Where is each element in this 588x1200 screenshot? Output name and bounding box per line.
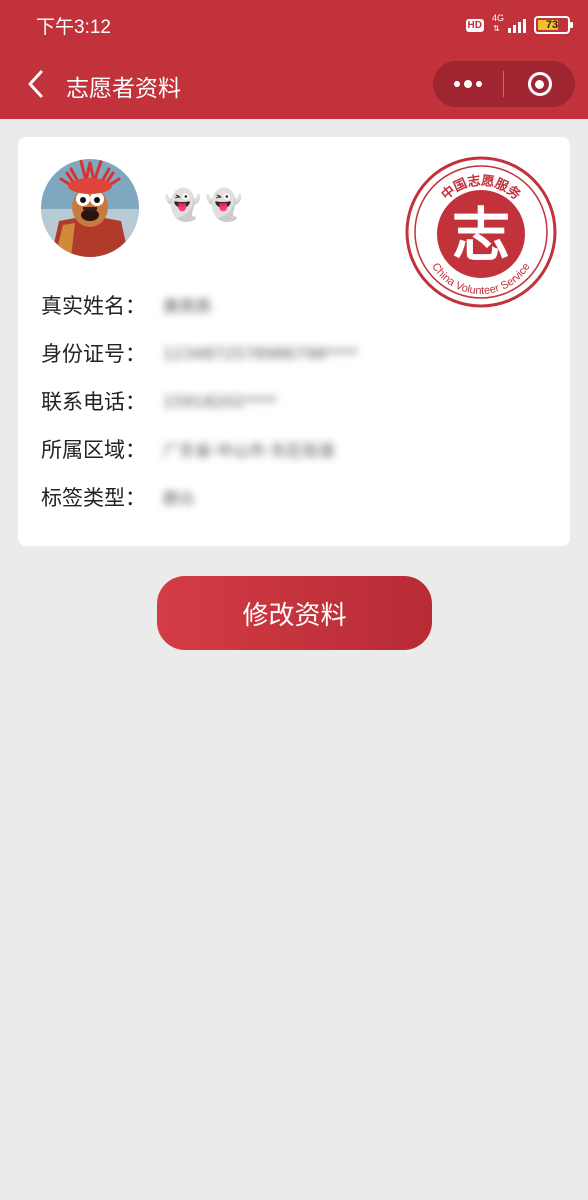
close-button[interactable] bbox=[504, 61, 575, 107]
info-value: 15918202**** bbox=[163, 391, 277, 411]
info-row-name: 真实姓名： 黄燕燕 bbox=[41, 289, 211, 321]
more-button[interactable] bbox=[433, 61, 503, 107]
avatar[interactable] bbox=[41, 159, 139, 257]
info-row-phone: 联系电话： 15918202**** bbox=[41, 385, 276, 417]
network-type: 4G bbox=[492, 13, 505, 23]
back-button[interactable] bbox=[18, 66, 52, 102]
status-time: 下午3:12 bbox=[36, 17, 111, 38]
battery-level: 73 bbox=[545, 19, 559, 31]
battery-icon: 73 bbox=[534, 16, 573, 34]
data-arrows-icon: ⇅ bbox=[493, 24, 500, 33]
info-label: 联系电话： bbox=[41, 390, 146, 414]
info-label: 真实姓名： bbox=[41, 294, 146, 318]
status-icons: HD 4G ⇅ 73 bbox=[465, 13, 573, 36]
app-header: 下午3:12 HD 4G ⇅ 73 志愿者资料 bbox=[0, 0, 588, 119]
info-value: 黄燕燕 bbox=[163, 297, 212, 316]
target-circle-icon bbox=[527, 72, 552, 96]
ghost-emoji: 👻 bbox=[205, 188, 243, 223]
nickname: 👻 👻 bbox=[164, 189, 243, 223]
info-value: 群众 bbox=[163, 489, 196, 508]
info-label: 身份证号： bbox=[41, 342, 146, 366]
mini-program-capsule bbox=[433, 61, 575, 107]
info-value: 1234872578986798**** bbox=[163, 343, 358, 363]
nav-bar: 志愿者资料 bbox=[0, 50, 588, 119]
info-row-tag-type: 标签类型： 群众 bbox=[41, 481, 195, 513]
profile-card: 👻 👻 志 中国志愿服务 China Volunteer Service 真实姓… bbox=[18, 137, 570, 546]
avatar-image bbox=[41, 159, 139, 257]
signal-bars-icon bbox=[508, 19, 526, 33]
hd-icon: HD bbox=[465, 18, 484, 32]
ghost-emoji: 👻 bbox=[164, 188, 202, 223]
info-row-id-number: 身份证号： 1234872578986798**** bbox=[41, 337, 358, 369]
info-label: 标签类型： bbox=[41, 486, 146, 510]
china-volunteer-service-logo: 志 中国志愿服务 China Volunteer Service bbox=[405, 156, 557, 308]
page-title: 志愿者资料 bbox=[66, 76, 181, 102]
signal-icon: 4G ⇅ bbox=[492, 13, 526, 35]
info-value: 广东省-中山市-东区街道 bbox=[163, 441, 335, 460]
logo-glyph: 志 bbox=[452, 201, 510, 269]
chevron-left-icon bbox=[28, 70, 43, 98]
more-dots-icon bbox=[454, 81, 460, 87]
edit-profile-button[interactable]: 修改资料 bbox=[157, 576, 432, 650]
info-label: 所属区域： bbox=[41, 438, 146, 462]
info-row-region: 所属区域： 广东省-中山市-东区街道 bbox=[41, 433, 335, 465]
status-bar: 下午3:12 HD 4G ⇅ 73 bbox=[0, 0, 588, 50]
